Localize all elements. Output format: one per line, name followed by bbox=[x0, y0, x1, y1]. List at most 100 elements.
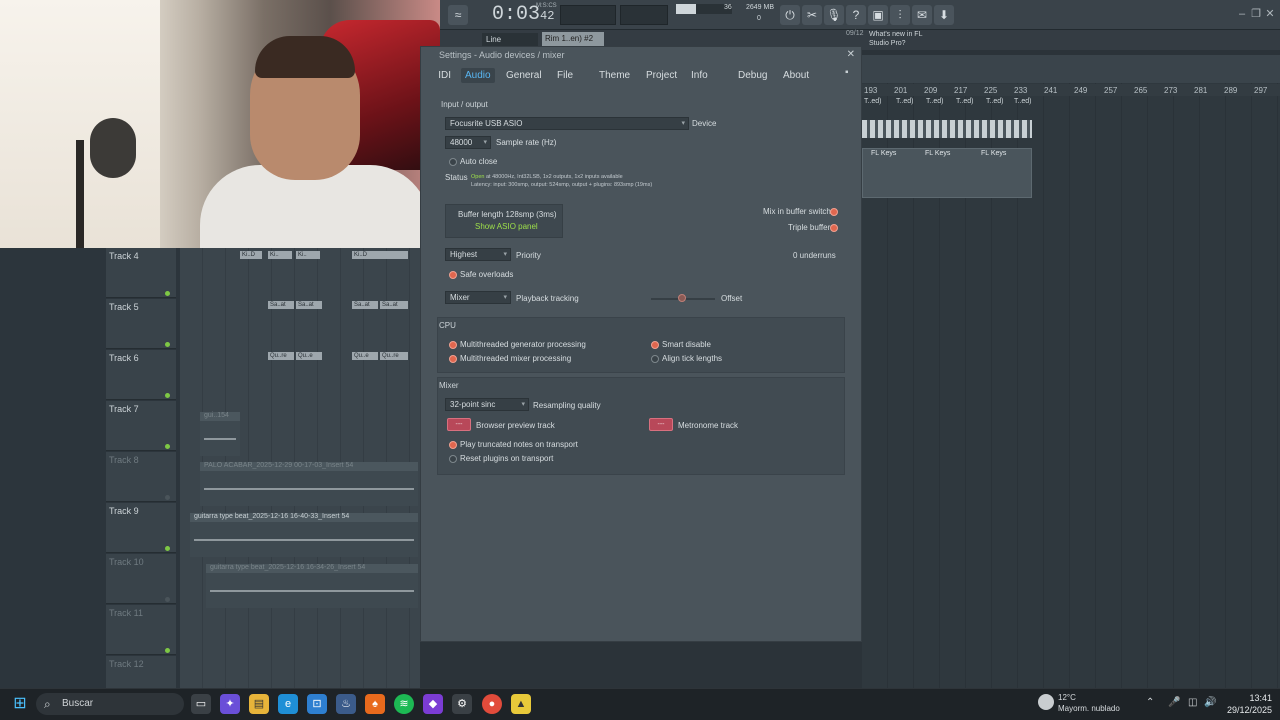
volume-icon[interactable]: 🔊 bbox=[1204, 697, 1216, 708]
audio-clip[interactable]: guitarra type beat_2025-12-16 16-34-26_I… bbox=[206, 564, 418, 608]
resampling-select[interactable]: 32-point sinc bbox=[445, 398, 529, 411]
fl-studio-icon[interactable]: ♠ bbox=[365, 694, 385, 714]
pattern-clip[interactable]: T..ed) bbox=[956, 98, 974, 105]
track-mute-led[interactable] bbox=[165, 291, 170, 296]
track-mute-led[interactable] bbox=[165, 444, 170, 449]
pattern-clip[interactable]: Qu..e bbox=[352, 352, 378, 360]
tab-file[interactable]: File bbox=[557, 70, 573, 81]
weather-widget[interactable]: 12°C Mayorm. nublado bbox=[1058, 692, 1120, 714]
triple-buffer-toggle[interactable] bbox=[830, 224, 838, 232]
track-mute-led[interactable] bbox=[165, 546, 170, 551]
pattern-clip[interactable]: Ki.. bbox=[268, 251, 292, 259]
pattern-clip[interactable]: T..ed) bbox=[896, 98, 914, 105]
close-icon[interactable]: ✕ bbox=[847, 49, 855, 60]
pattern-clip[interactable]: Ki.. bbox=[296, 251, 320, 259]
restore-icon[interactable]: ❐ bbox=[1250, 8, 1262, 20]
pattern-clip[interactable]: T..ed) bbox=[926, 98, 944, 105]
power-icon[interactable]: ⏻ bbox=[780, 5, 800, 25]
device-select[interactable]: Focusrite USB ASIO bbox=[445, 117, 689, 130]
track-mute-led[interactable] bbox=[165, 495, 170, 500]
copilot-icon[interactable]: ✦ bbox=[220, 694, 240, 714]
pattern-clip[interactable]: Sa..at bbox=[380, 301, 408, 309]
chrome-icon[interactable]: ● bbox=[482, 694, 502, 714]
cut-icon[interactable]: ✂ bbox=[802, 5, 822, 25]
mix-in-buffer-toggle[interactable] bbox=[830, 208, 838, 216]
track-header[interactable]: Track 12 bbox=[106, 656, 176, 688]
close-icon[interactable]: ✕ bbox=[1264, 8, 1276, 20]
chevron-up-icon[interactable]: ⌃ bbox=[1146, 697, 1154, 708]
waveform-icon[interactable]: ≈ bbox=[448, 5, 468, 25]
tab-general[interactable]: General bbox=[506, 70, 542, 81]
audio-clip[interactable]: gui..154 bbox=[200, 412, 240, 456]
pattern-clip[interactable]: Sa..at bbox=[268, 301, 294, 309]
news-text[interactable]: What's new in FL Studio Pro? bbox=[869, 30, 931, 48]
pattern-clip[interactable]: T..ed) bbox=[1014, 98, 1032, 105]
file-explorer-icon[interactable]: ▤ bbox=[249, 694, 269, 714]
pattern-select[interactable]: Rim 1..en) #2 bbox=[542, 32, 604, 46]
tab-theme[interactable]: Theme bbox=[599, 70, 630, 81]
spotify-icon[interactable]: ≋ bbox=[394, 694, 414, 714]
multi-gen-toggle[interactable] bbox=[449, 341, 457, 349]
mic-icon[interactable]: 🎙 bbox=[824, 5, 844, 25]
download-icon[interactable]: ⬇ bbox=[934, 5, 954, 25]
save-icon[interactable]: ▣ bbox=[868, 5, 888, 25]
help-icon[interactable]: ? bbox=[846, 5, 866, 25]
app-icon[interactable]: ◆ bbox=[423, 694, 443, 714]
safe-overloads-toggle[interactable] bbox=[449, 271, 457, 279]
track-mute-led[interactable] bbox=[165, 393, 170, 398]
track-header[interactable]: Track 4 bbox=[106, 248, 176, 298]
pattern-clip[interactable]: T..ed) bbox=[986, 98, 1004, 105]
track-header[interactable]: Track 9 bbox=[106, 503, 176, 553]
tab-audio[interactable]: Audio bbox=[461, 68, 495, 83]
pattern-clip[interactable]: Ki..D bbox=[352, 251, 408, 259]
playlist-ruler[interactable]: 193 201 209 217 225 233 241 249 257 265 273 281 289 2… bbox=[862, 84, 1280, 96]
taskbar-search[interactable]: Buscar bbox=[36, 693, 184, 715]
track-mute-led[interactable] bbox=[165, 342, 170, 347]
sample-rate-select[interactable]: 48000 bbox=[445, 136, 491, 149]
smart-disable-toggle[interactable] bbox=[651, 341, 659, 349]
pattern-clip[interactable]: T..ed) bbox=[864, 98, 882, 105]
tab-midi[interactable]: MIDI bbox=[439, 70, 451, 81]
offset-slider-handle[interactable] bbox=[678, 294, 686, 302]
metronome-track-button[interactable]: --- bbox=[649, 418, 673, 431]
mic-tray-icon[interactable]: 🎤 bbox=[1168, 697, 1180, 708]
store-icon[interactable]: ⊡ bbox=[307, 694, 327, 714]
chat-icon[interactable]: ✉ bbox=[912, 5, 932, 25]
taskbar-clock[interactable]: 13:41 29/12/2025 bbox=[1222, 692, 1272, 716]
priority-select[interactable]: Highest bbox=[445, 248, 511, 261]
minimize-icon[interactable]: – bbox=[1236, 8, 1248, 20]
show-asio-panel-link[interactable]: Show ASIO panel bbox=[475, 222, 538, 231]
track-mute-led[interactable] bbox=[165, 597, 170, 602]
track-mute-led[interactable] bbox=[165, 648, 170, 653]
network-icon[interactable]: ◫ bbox=[1188, 697, 1197, 708]
pattern-clip[interactable]: Qu..re bbox=[380, 352, 408, 360]
edge-icon[interactable]: e bbox=[278, 694, 298, 714]
track-header[interactable]: Track 11 bbox=[106, 605, 176, 655]
pattern-clip[interactable]: Ki..D bbox=[240, 251, 262, 259]
pattern-clip[interactable]: Qu..e bbox=[296, 352, 322, 360]
notes-clip[interactable] bbox=[862, 120, 1032, 138]
tab-info[interactable]: Info bbox=[691, 70, 708, 81]
track-header[interactable]: Track 5 bbox=[106, 299, 176, 349]
audio-clip[interactable]: guitarra type beat_2025-12-16 16-40-33_I… bbox=[190, 513, 418, 557]
fl-keys-clip[interactable]: FL Keys FL Keys FL Keys bbox=[862, 148, 1032, 198]
tab-project[interactable]: Project bbox=[646, 70, 677, 81]
steam-icon[interactable]: ♨ bbox=[336, 694, 356, 714]
settings-icon[interactable]: ⚙ bbox=[452, 694, 472, 714]
play-truncated-toggle[interactable] bbox=[449, 441, 457, 449]
mixer-icon[interactable]: ⫶ bbox=[890, 5, 910, 25]
pinned-app-icon[interactable]: ▲ bbox=[511, 694, 531, 714]
bpm-display[interactable] bbox=[560, 5, 616, 25]
track-header[interactable]: Track 8 bbox=[106, 452, 176, 502]
track-header[interactable]: Track 7 bbox=[106, 401, 176, 451]
pattern-clip[interactable]: Sa..at bbox=[296, 301, 322, 309]
snap-select[interactable]: Line bbox=[482, 33, 538, 46]
tab-about[interactable]: About bbox=[783, 70, 809, 81]
tab-debug[interactable]: Debug bbox=[738, 70, 767, 81]
track-header[interactable]: Track 10 bbox=[106, 554, 176, 604]
pattern-clip[interactable]: Sa..at bbox=[352, 301, 378, 309]
align-tick-toggle[interactable] bbox=[651, 355, 659, 363]
pattern-display[interactable] bbox=[620, 5, 668, 25]
playback-tracking-select[interactable]: Mixer bbox=[445, 291, 511, 304]
task-view-icon[interactable]: ▭ bbox=[191, 694, 211, 714]
